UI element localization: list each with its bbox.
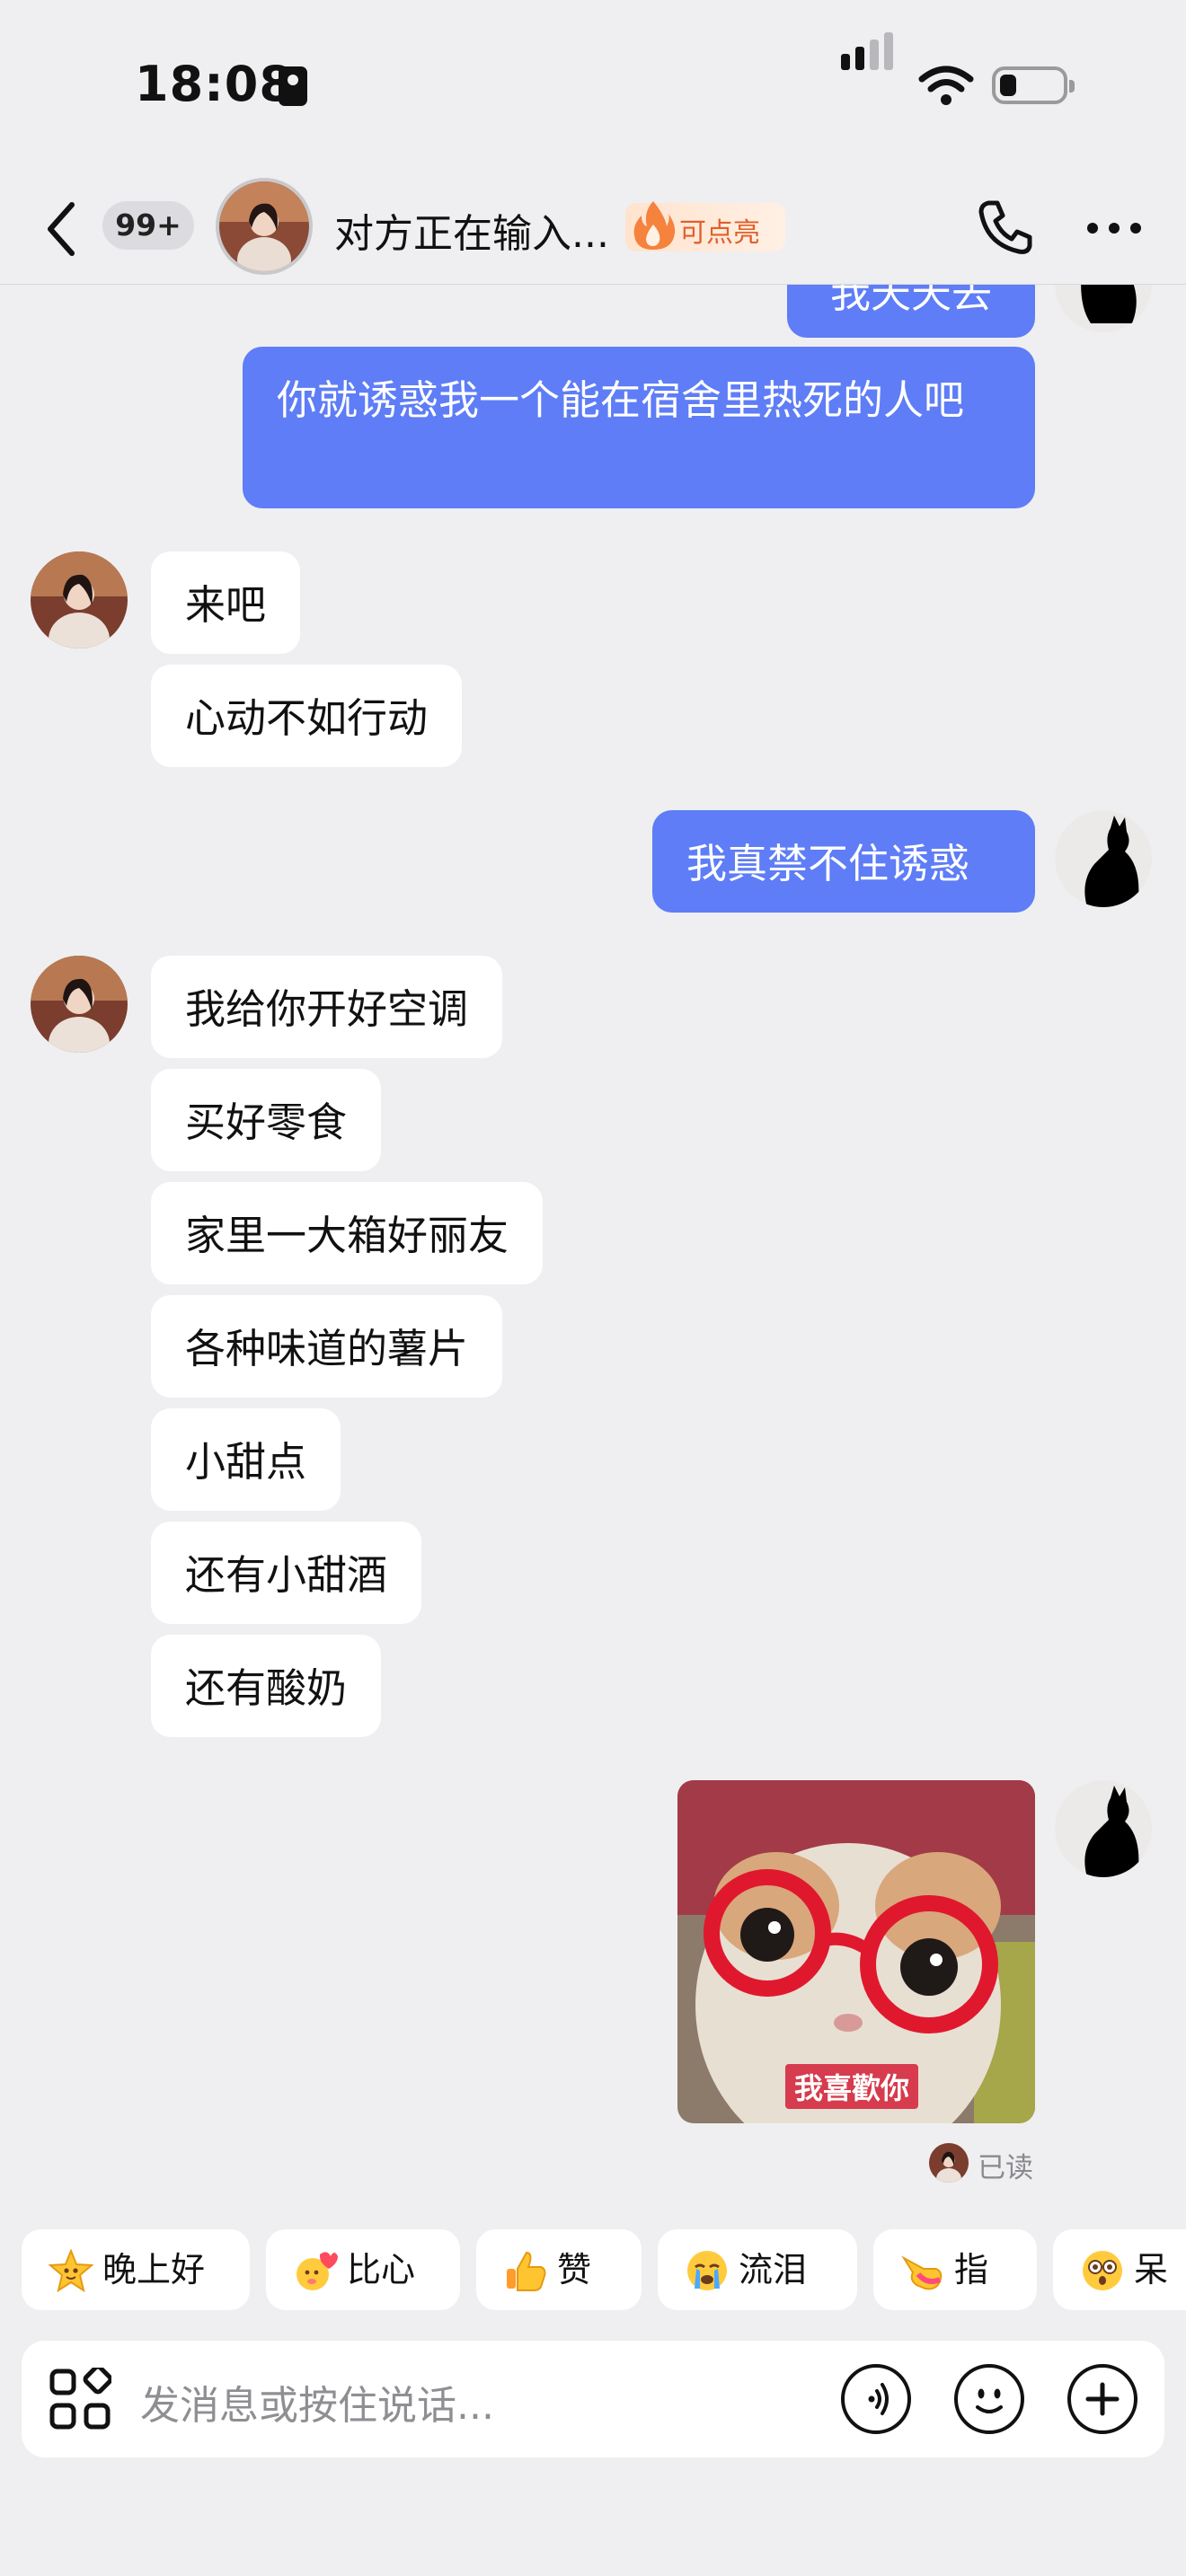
plus-circle-icon[interactable] — [1067, 2364, 1137, 2434]
quick-reply-dazed[interactable]: 呆 — [1053, 2229, 1186, 2310]
voice-wave-icon[interactable] — [841, 2364, 911, 2434]
streak-badge-label: 可点亮 — [679, 217, 760, 249]
message-incoming[interactable]: 还有酸奶 — [151, 1635, 382, 1737]
quick-reply-label: 赞 — [557, 2250, 592, 2289]
message-input-bar: 发消息或按住说话... — [22, 2341, 1164, 2457]
status-bar: 18:08 — [0, 0, 1186, 171]
message-text: 来吧 — [185, 581, 267, 629]
quick-reply-good-evening[interactable]: 晚上好 — [22, 2229, 250, 2310]
status-time: 18:08 — [135, 56, 294, 112]
quick-reply-label: 呆 — [1134, 2250, 1169, 2289]
message-text: 心动不如行动 — [185, 694, 429, 742]
chat-header: 99+ 对方正在输入... 可点亮 — [0, 171, 1186, 285]
message-incoming[interactable]: 心动不如行动 — [151, 665, 463, 767]
message-incoming[interactable]: 买好零食 — [151, 1069, 382, 1171]
message-incoming[interactable]: 小甜点 — [151, 1408, 341, 1511]
quick-reply-heart[interactable]: 比心 — [266, 2229, 460, 2310]
wifi-icon — [918, 66, 974, 105]
quick-reply-label: 晚上好 — [102, 2250, 206, 2289]
heart-hands-icon — [296, 2252, 338, 2290]
message-input[interactable]: 发消息或按住说话... — [140, 2373, 494, 2430]
star-face-icon — [49, 2249, 93, 2292]
sticker-caption: 我喜歡你 — [785, 2064, 919, 2109]
smiley-icon[interactable] — [954, 2364, 1024, 2434]
quick-reply-cry[interactable]: 流泪 — [658, 2229, 857, 2310]
message-incoming[interactable]: 我给你开好空调 — [151, 956, 503, 1058]
read-receipt-label: 已读 — [978, 2152, 1033, 2184]
message-incoming[interactable]: 家里一大箱好丽友 — [151, 1182, 544, 1284]
message-incoming[interactable]: 来吧 — [151, 551, 301, 654]
message-text: 家里一大箱好丽友 — [185, 1212, 509, 1259]
peer-avatar[interactable] — [31, 956, 128, 1053]
sticker-image[interactable]: 我喜歡你 — [677, 1780, 1035, 2123]
phone-icon[interactable] — [976, 198, 1035, 257]
peer-typing-status[interactable]: 对方正在输入... — [334, 201, 609, 259]
my-avatar[interactable] — [1055, 810, 1152, 907]
peer-mini-avatar — [929, 2143, 969, 2183]
message-text: 买好零食 — [185, 1098, 348, 1146]
battery-icon — [992, 66, 1075, 104]
peer-avatar[interactable] — [31, 551, 128, 648]
unread-count-badge[interactable]: 99+ — [102, 201, 194, 250]
message-text: 我真禁不住诱惑 — [686, 840, 970, 887]
message-outgoing[interactable]: 我真禁不住诱惑 — [652, 810, 1035, 913]
quick-reply-like[interactable]: 赞 — [476, 2229, 642, 2310]
message-text: 还有小甜酒 — [185, 1551, 388, 1599]
streak-badge[interactable]: 可点亮 — [625, 201, 785, 251]
message-text: 各种味道的薯片 — [185, 1325, 469, 1372]
message-text: 小甜点 — [185, 1438, 307, 1486]
thumbs-up-icon — [507, 2251, 546, 2291]
contact-card-icon — [279, 66, 307, 106]
quick-reply-label: 比心 — [347, 2250, 416, 2289]
message-text: 我给你开好空调 — [185, 985, 469, 1033]
pointing-hand-icon — [901, 2255, 943, 2290]
dazed-face-icon — [1083, 2251, 1122, 2290]
my-avatar[interactable] — [1055, 1780, 1152, 1877]
message-text: 还有酸奶 — [185, 1664, 348, 1712]
quick-reply-point[interactable]: 指 — [873, 2229, 1037, 2310]
message-text: 你就诱惑我一个能在宿舍里热死的人吧 — [277, 376, 965, 424]
flame-icon — [633, 201, 676, 250]
crying-face-icon — [687, 2251, 727, 2290]
message-incoming[interactable]: 各种味道的薯片 — [151, 1295, 503, 1398]
quick-reply-label: 指 — [954, 2250, 989, 2289]
quick-reply-label: 流泪 — [739, 2250, 808, 2289]
chevron-left-icon[interactable] — [36, 198, 90, 260]
apps-grid-icon[interactable] — [49, 2368, 111, 2430]
message-outgoing[interactable]: 你就诱惑我一个能在宿舍里热死的人吧 — [243, 347, 1035, 508]
message-incoming[interactable]: 还有小甜酒 — [151, 1522, 422, 1624]
peer-avatar[interactable] — [216, 178, 313, 275]
